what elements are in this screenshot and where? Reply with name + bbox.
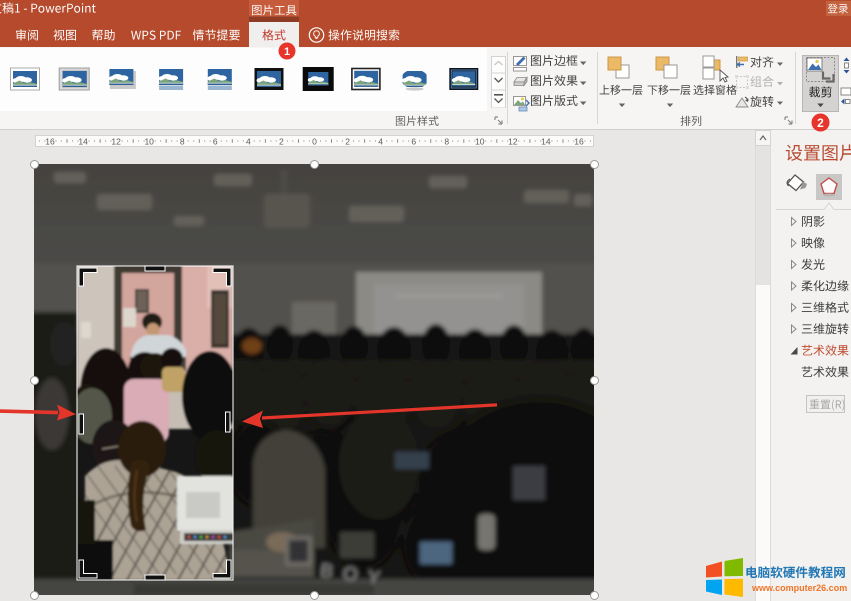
svg-text:8: 8 xyxy=(180,137,185,147)
svg-text:2: 2 xyxy=(279,137,284,147)
svg-text:14: 14 xyxy=(541,137,551,147)
svg-text:10: 10 xyxy=(144,137,154,147)
svg-text:1: 1 xyxy=(284,46,290,58)
svg-text:16: 16 xyxy=(45,137,55,147)
svg-text:www.computer26.com: www.computer26.com xyxy=(751,583,847,593)
svg-text:14: 14 xyxy=(78,137,88,147)
svg-text:6: 6 xyxy=(213,137,218,147)
svg-text:2: 2 xyxy=(345,137,350,147)
svg-text:12: 12 xyxy=(508,137,518,147)
svg-text:12: 12 xyxy=(111,137,121,147)
svg-text:4: 4 xyxy=(378,137,383,147)
svg-text:4: 4 xyxy=(246,137,251,147)
svg-text:2: 2 xyxy=(817,116,824,130)
svg-text:10: 10 xyxy=(475,137,485,147)
svg-text:0: 0 xyxy=(312,137,317,147)
svg-text:8: 8 xyxy=(444,137,449,147)
svg-text:6: 6 xyxy=(411,137,416,147)
svg-text:16: 16 xyxy=(574,137,584,147)
